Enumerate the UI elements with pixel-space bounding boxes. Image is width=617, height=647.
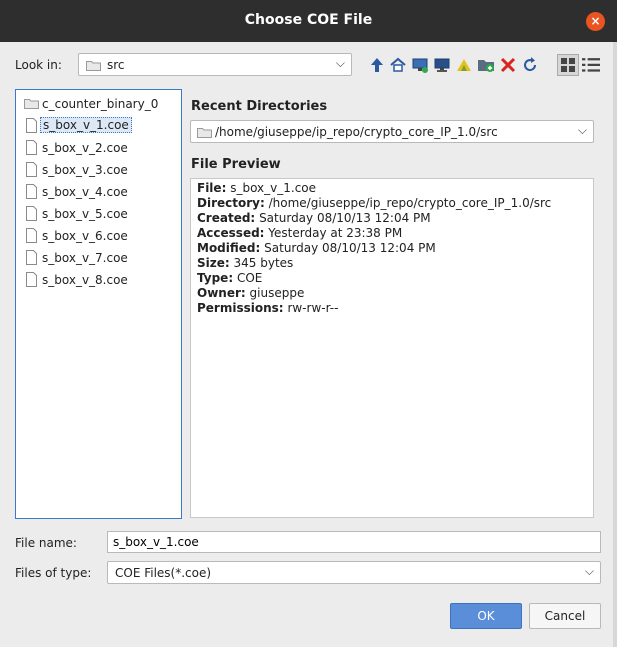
close-button[interactable]: × — [586, 12, 605, 31]
preview-value: s_box_v_1.coe — [230, 181, 317, 195]
ok-button[interactable]: OK — [450, 603, 522, 629]
list-item-label: s_box_v_7.coe — [42, 251, 128, 265]
recent-directories-title: Recent Directories — [191, 99, 328, 114]
file-icon — [26, 206, 37, 221]
preview-row: Size: 345 bytes — [197, 256, 293, 270]
new-folder-icon[interactable] — [477, 56, 495, 74]
preview-row: Created: Saturday 08/10/13 12:04 PM — [197, 211, 431, 225]
folder-icon — [197, 128, 212, 138]
folder-icon — [86, 61, 101, 71]
preview-value: Saturday 08/10/13 12:04 PM — [264, 241, 436, 255]
file-icon — [26, 184, 37, 199]
chevron-down-icon: ⌵ — [577, 123, 587, 137]
file-name-label: File name: — [15, 536, 77, 550]
file-name-input[interactable] — [108, 532, 600, 552]
folder-icon — [24, 99, 39, 109]
file-preview-title: File Preview — [191, 157, 281, 172]
up-folder-icon[interactable] — [368, 56, 386, 74]
list-item-label: s_box_v_5.coe — [42, 207, 128, 221]
preview-value: Saturday 08/10/13 12:04 PM — [259, 211, 431, 225]
list-item-label: s_box_v_3.coe — [42, 163, 128, 177]
preview-row: File: s_box_v_1.coe — [197, 181, 316, 195]
recent-directories-value: /home/giuseppe/ip_repo/crypto_core_IP_1.… — [215, 125, 498, 139]
preview-key: File: — [197, 181, 227, 195]
desktop-icon[interactable] — [411, 56, 429, 74]
home-icon[interactable] — [389, 56, 407, 74]
delete-icon[interactable] — [499, 56, 517, 74]
file-icon — [26, 272, 37, 287]
preview-value: Yesterday at 23:38 PM — [268, 226, 403, 240]
preview-key: Created: — [197, 211, 256, 225]
title-bar: Choose COE File × — [0, 0, 617, 42]
list-item-label: s_box_v_6.coe — [42, 229, 128, 243]
look-in-value: src — [107, 58, 125, 72]
preview-key: Directory: — [197, 196, 265, 210]
list-view-icon — [561, 58, 575, 72]
preview-key: Modified: — [197, 241, 261, 255]
details-view-icon[interactable] — [582, 57, 600, 75]
files-of-type-combo[interactable]: COE Files(*.coe) ⌵ — [107, 561, 601, 584]
file-icon — [26, 140, 37, 155]
list-item-label: s_box_v_1.coe — [40, 117, 132, 133]
computer-icon[interactable] — [433, 56, 451, 74]
file-list[interactable]: c_counter_binary_0 s_box_v_1.coe s_box_v… — [15, 89, 182, 519]
file-icon — [26, 162, 37, 177]
preview-value: COE — [236, 271, 263, 285]
window-edge — [613, 42, 617, 647]
preview-row: Accessed: Yesterday at 23:38 PM — [197, 226, 402, 240]
refresh-icon[interactable] — [521, 56, 539, 74]
file-icon — [26, 250, 37, 265]
vivado-icon[interactable] — [455, 56, 473, 74]
chevron-down-icon: ⌵ — [584, 564, 594, 578]
preview-key: Type: — [197, 271, 234, 285]
files-of-type-label: Files of type: — [15, 566, 92, 580]
preview-value: 345 bytes — [233, 256, 294, 270]
preview-row: Directory: /home/giuseppe/ip_repo/crypto… — [197, 196, 551, 210]
preview-value: rw-rw-r-- — [287, 301, 339, 315]
window-title: Choose COE File — [244, 12, 373, 28]
preview-key: Permissions: — [197, 301, 284, 315]
look-in-combo[interactable]: src ⌵ — [78, 53, 352, 76]
list-view-toggle[interactable] — [557, 54, 579, 76]
preview-value: /home/giuseppe/ip_repo/crypto_core_IP_1.… — [268, 196, 552, 210]
chevron-down-icon: ⌵ — [335, 56, 345, 70]
list-item-label: s_box_v_4.coe — [42, 185, 128, 199]
recent-directories-combo[interactable]: /home/giuseppe/ip_repo/crypto_core_IP_1.… — [190, 120, 594, 143]
files-of-type-value: COE Files(*.coe) — [115, 566, 212, 580]
file-icon — [26, 118, 37, 133]
preview-key: Accessed: — [197, 226, 265, 240]
list-item-label: s_box_v_8.coe — [42, 273, 128, 287]
preview-row: Modified: Saturday 08/10/13 12:04 PM — [197, 241, 436, 255]
look-in-label: Look in: — [15, 58, 62, 72]
preview-row: Owner: giuseppe — [197, 286, 304, 300]
preview-key: Owner: — [197, 286, 246, 300]
file-preview-panel: File: s_box_v_1.coe Directory: /home/giu… — [190, 178, 594, 518]
file-name-field[interactable] — [107, 531, 601, 553]
preview-row: Permissions: rw-rw-r-- — [197, 301, 338, 315]
cancel-button[interactable]: Cancel — [529, 603, 601, 629]
preview-key: Size: — [197, 256, 230, 270]
list-item-label: c_counter_binary_0 — [42, 97, 159, 111]
list-item-label: s_box_v_2.coe — [42, 141, 128, 155]
file-icon — [26, 228, 37, 243]
preview-value: giuseppe — [249, 286, 305, 300]
preview-row: Type: COE — [197, 271, 262, 285]
